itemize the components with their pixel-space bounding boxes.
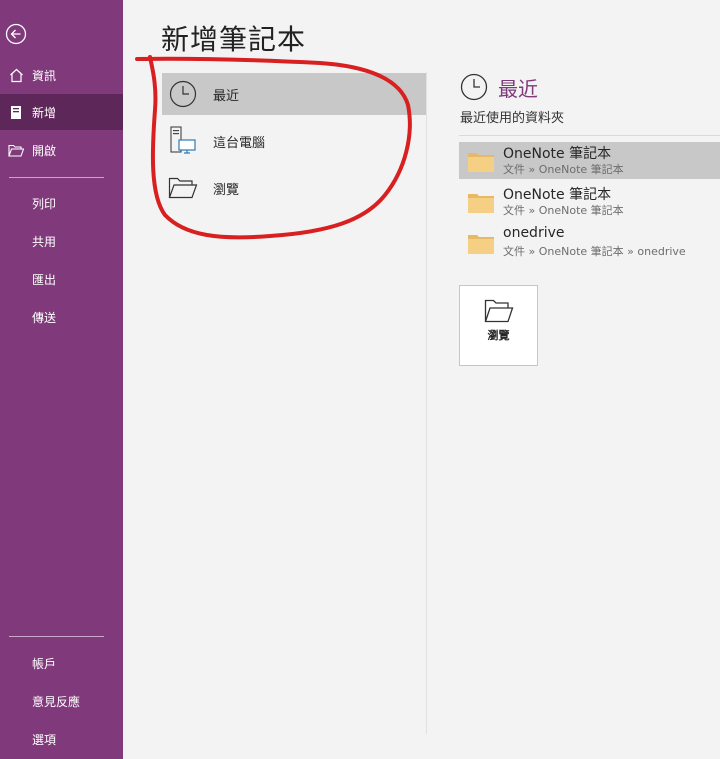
home-icon	[8, 67, 24, 83]
sidebar-item-feedback[interactable]: 意見反應	[0, 683, 123, 719]
backstage-sidebar: 資訊 新增 開啟 列印 共用 匯出 傳送 帳戶 意見反應 選項	[0, 0, 123, 759]
sidebar-item-label: 新增	[32, 105, 57, 120]
folder-icon	[468, 153, 494, 172]
sidebar-item-label: 意見反應	[32, 694, 81, 709]
location-label: 瀏覽	[213, 182, 240, 198]
location-browse[interactable]: 瀏覽	[162, 167, 426, 209]
new-notebook-icon	[8, 104, 24, 120]
sidebar-item-label: 資訊	[32, 68, 57, 83]
location-this-pc[interactable]: 這台電腦	[162, 120, 426, 162]
back-arrow-icon[interactable]	[5, 23, 27, 45]
folder-name: OneNote 筆記本	[503, 187, 612, 203]
folder-path: 文件 » OneNote 筆記本	[503, 163, 624, 176]
panel-separator	[426, 72, 427, 734]
recent-folder-item[interactable]: OneNote 筆記本 文件 » OneNote 筆記本	[459, 183, 720, 220]
sidebar-item-account[interactable]: 帳戶	[0, 645, 123, 681]
sidebar-item-label: 匯出	[32, 272, 57, 287]
folder-name: OneNote 筆記本	[503, 146, 612, 162]
sidebar-item-label: 傳送	[32, 310, 57, 325]
sidebar-item-new[interactable]: 新增	[0, 94, 123, 130]
open-folder-icon	[8, 142, 24, 158]
sidebar-item-label: 選項	[32, 732, 57, 747]
section-divider	[459, 135, 720, 136]
recent-folder-item[interactable]: onedrive 文件 » OneNote 筆記本 » onedrive	[459, 224, 720, 261]
sidebar-item-send[interactable]: 傳送	[0, 299, 123, 335]
clock-icon	[460, 73, 488, 101]
computer-icon	[167, 126, 199, 156]
browse-button-label: 瀏覽	[487, 329, 510, 342]
sidebar-item-label: 帳戶	[32, 656, 57, 671]
sidebar-item-share[interactable]: 共用	[0, 223, 123, 259]
clock-icon	[167, 79, 199, 109]
sidebar-item-print[interactable]: 列印	[0, 185, 123, 221]
sidebar-item-info[interactable]: 資訊	[0, 57, 123, 93]
location-label: 最近	[213, 88, 240, 104]
folder-path: 文件 » OneNote 筆記本	[503, 204, 624, 217]
recent-folder-item[interactable]: OneNote 筆記本 文件 » OneNote 筆記本	[459, 142, 720, 179]
sidebar-divider	[9, 636, 104, 637]
recent-subtitle: 最近使用的資料夾	[460, 111, 565, 126]
location-label: 這台電腦	[213, 135, 266, 151]
location-recent[interactable]: 最近	[162, 73, 426, 115]
sidebar-divider	[9, 177, 104, 178]
sidebar-item-label: 列印	[32, 196, 57, 211]
recent-title: 最近	[498, 77, 538, 101]
page-title: 新增筆記本	[161, 23, 307, 56]
open-folder-icon	[167, 173, 199, 203]
browse-button[interactable]: 瀏覽	[459, 285, 538, 366]
sidebar-item-export[interactable]: 匯出	[0, 261, 123, 297]
open-folder-icon	[484, 299, 514, 323]
folder-name: onedrive	[503, 225, 565, 241]
sidebar-item-options[interactable]: 選項	[0, 721, 123, 757]
sidebar-item-open[interactable]: 開啟	[0, 132, 123, 168]
sidebar-item-label: 共用	[32, 234, 57, 249]
folder-icon	[468, 235, 494, 254]
folder-icon	[468, 194, 494, 213]
sidebar-item-label: 開啟	[32, 143, 57, 158]
folder-path: 文件 » OneNote 筆記本 » onedrive	[503, 245, 686, 258]
